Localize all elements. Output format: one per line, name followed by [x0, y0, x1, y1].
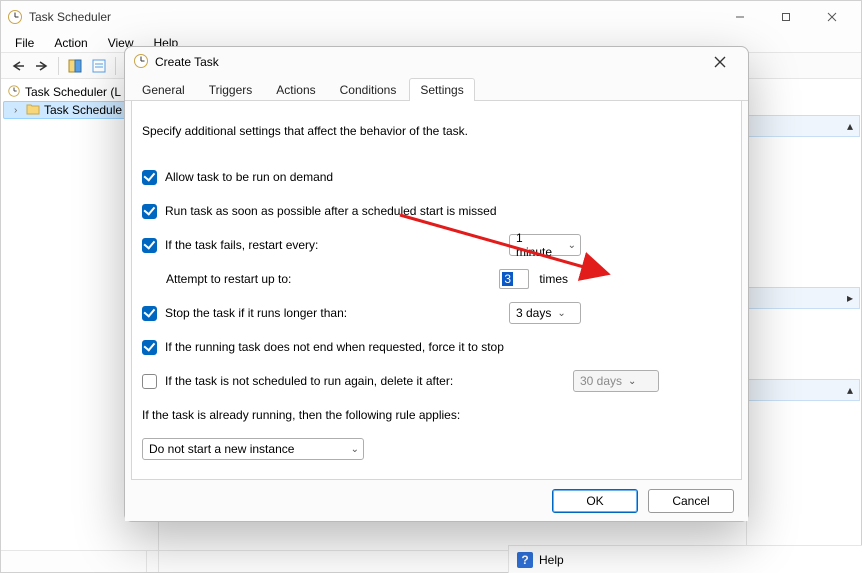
dialog-close-button[interactable] [700, 48, 740, 76]
chevron-right-icon: ▸ [847, 291, 853, 305]
chevron-down-icon: ⌄ [351, 444, 359, 455]
folder-icon [26, 103, 40, 118]
select-delete-after: 30 days ⌄ [573, 370, 659, 392]
help-label: Help [539, 553, 564, 567]
label-times: times [539, 272, 568, 286]
chevron-down-icon: ⌄ [557, 308, 565, 319]
select-restart-interval[interactable]: 1 minute ⌄ [509, 234, 581, 256]
cancel-button-label: Cancel [672, 494, 709, 508]
action-pane-toggle-icon[interactable] [64, 55, 86, 77]
close-button[interactable] [809, 2, 855, 32]
main-titlebar: Task Scheduler [1, 1, 861, 33]
help-row[interactable]: ? Help [508, 545, 862, 573]
label-attempt: Attempt to restart up to: [166, 272, 291, 286]
task-scheduler-icon [133, 53, 149, 72]
select-running-rule[interactable]: Do not start a new instance ⌄ [142, 438, 364, 460]
checkbox-run-asap[interactable] [142, 204, 157, 219]
cancel-button[interactable]: Cancel [648, 489, 734, 513]
checkbox-delete-after[interactable] [142, 374, 157, 389]
select-stop-duration-value: 3 days [516, 306, 551, 320]
create-task-dialog: Create Task General Triggers Actions Con… [124, 46, 749, 522]
properties-icon[interactable] [88, 55, 110, 77]
tab-triggers[interactable]: Triggers [198, 78, 264, 101]
menu-file[interactable]: File [7, 34, 42, 52]
nav-forward-button[interactable] [31, 55, 53, 77]
select-running-rule-value: Do not start a new instance [149, 442, 294, 456]
dialog-title: Create Task [155, 55, 700, 69]
nav-back-button[interactable] [7, 55, 29, 77]
input-attempt-value: 3 [502, 272, 513, 286]
select-restart-interval-value: 1 minute [516, 231, 562, 259]
accordion-header-1[interactable]: ▴ [748, 115, 860, 137]
tab-settings[interactable]: Settings [409, 78, 474, 101]
dialog-titlebar: Create Task [125, 47, 748, 77]
tab-actions[interactable]: Actions [265, 78, 326, 101]
label-run-asap: Run task as soon as possible after a sch… [165, 204, 497, 218]
label-force-stop: If the running task does not end when re… [165, 340, 504, 354]
accordion-header-2[interactable]: ▸ [748, 287, 860, 309]
task-scheduler-icon [7, 9, 23, 25]
dialog-button-row: OK Cancel [125, 480, 748, 521]
actions-pane: ▴ ▸ ▴ [746, 79, 861, 550]
chevron-down-icon: ⌄ [628, 376, 636, 387]
minimize-button[interactable] [717, 2, 763, 32]
input-attempt-count[interactable]: 3 [499, 269, 529, 289]
status-cell-2 [147, 551, 159, 572]
chevron-down-icon: ⌄ [568, 240, 576, 251]
task-scheduler-icon [7, 84, 21, 101]
dialog-tabs: General Triggers Actions Conditions Sett… [125, 77, 748, 101]
label-delete-after: If the task is not scheduled to run agai… [165, 374, 453, 388]
maximize-button[interactable] [763, 2, 809, 32]
checkbox-stop-longer[interactable] [142, 306, 157, 321]
ok-button[interactable]: OK [552, 489, 638, 513]
expand-icon[interactable]: › [14, 105, 22, 116]
settings-panel: Specify additional settings that affect … [131, 101, 742, 480]
settings-intro: Specify additional settings that affect … [142, 124, 468, 138]
select-stop-duration[interactable]: 3 days ⌄ [509, 302, 581, 324]
tab-general[interactable]: General [131, 78, 196, 101]
main-window-title: Task Scheduler [29, 10, 717, 24]
tree-root-label: Task Scheduler (L [25, 85, 121, 99]
chevron-up-icon: ▴ [847, 119, 853, 133]
accordion-header-3[interactable]: ▴ [748, 379, 860, 401]
toolbar-separator [58, 57, 59, 75]
tree-library-label: Task Schedule [44, 103, 122, 117]
checkbox-allow-on-demand[interactable] [142, 170, 157, 185]
chevron-up-icon: ▴ [847, 383, 853, 397]
label-rule: If the task is already running, then the… [142, 408, 460, 422]
toolbar-separator-2 [115, 57, 116, 75]
select-delete-after-value: 30 days [580, 374, 622, 388]
help-icon: ? [517, 552, 533, 568]
checkbox-force-stop[interactable] [142, 340, 157, 355]
menu-action[interactable]: Action [46, 34, 95, 52]
label-stop-longer: Stop the task if it runs longer than: [165, 306, 347, 320]
label-restart-every: If the task fails, restart every: [165, 238, 318, 252]
ok-button-label: OK [586, 494, 603, 508]
tab-conditions[interactable]: Conditions [329, 78, 408, 101]
label-allow-on-demand: Allow task to be run on demand [165, 170, 333, 184]
checkbox-restart-every[interactable] [142, 238, 157, 253]
status-cell-1 [1, 551, 147, 572]
